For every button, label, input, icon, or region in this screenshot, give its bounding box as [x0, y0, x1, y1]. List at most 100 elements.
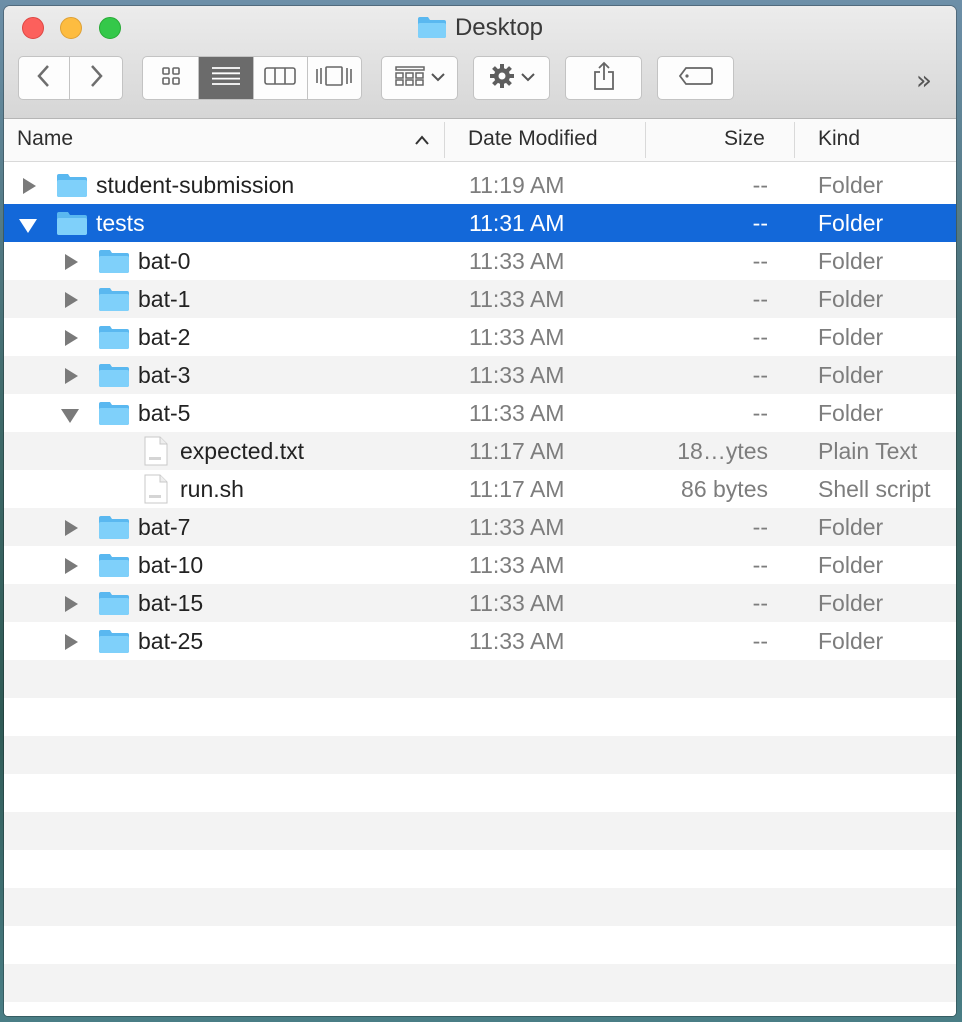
file-size: -- [752, 172, 768, 198]
file-name: tests [96, 210, 145, 236]
date-modified: 11:31 AM [469, 210, 565, 236]
arrange-grid-icon [394, 65, 425, 91]
list-view-icon [212, 66, 241, 91]
table-row[interactable]: bat-15 11:33 AM -- Folder [4, 584, 956, 622]
date-modified: 11:33 AM [469, 324, 565, 350]
file-size: -- [752, 210, 768, 236]
file-size: -- [752, 400, 768, 426]
disclosure-triangle-icon[interactable] [65, 558, 78, 574]
file-name: bat-1 [138, 286, 191, 312]
file-name: expected.txt [180, 438, 305, 464]
column-header: Name Date Modified Size Kind [4, 119, 956, 162]
folder-icon [417, 15, 447, 46]
date-modified: 11:33 AM [469, 362, 565, 388]
column-divider[interactable] [444, 122, 445, 158]
back-forward-control [18, 56, 123, 100]
date-modified: 11:33 AM [469, 552, 565, 578]
forward-button[interactable] [70, 57, 122, 99]
table-row[interactable]: bat-0 11:33 AM -- Folder [4, 242, 956, 280]
column-view-button[interactable] [254, 57, 308, 99]
date-modified: 11:17 AM [469, 476, 565, 502]
table-row[interactable]: student-submission 11:19 AM -- Folder [4, 166, 956, 204]
empty-row [4, 888, 956, 926]
icon-view-icon [161, 66, 181, 91]
name-column-header[interactable]: Name [17, 119, 73, 161]
file-name: bat-7 [138, 514, 191, 540]
chevron-up-icon[interactable] [414, 133, 430, 151]
date-modified: 11:17 AM [469, 438, 565, 464]
titlebar: Desktop » [4, 6, 956, 119]
column-divider[interactable] [794, 122, 795, 158]
date-modified: 11:33 AM [469, 248, 565, 274]
kind-column-header[interactable]: Kind [818, 119, 860, 161]
file-kind: Folder [818, 248, 884, 274]
empty-row [4, 774, 956, 812]
date-modified: 11:33 AM [469, 514, 565, 540]
disclosure-triangle-icon[interactable] [65, 368, 78, 384]
chevron-left-icon [36, 64, 52, 93]
disclosure-triangle-icon[interactable] [19, 219, 37, 233]
date-modified: 11:33 AM [469, 400, 565, 426]
table-row[interactable]: bat-25 11:33 AM -- Folder [4, 622, 956, 660]
file-kind: Folder [818, 400, 884, 426]
toolbar-overflow-button[interactable]: » [916, 66, 932, 96]
window-title: Desktop [4, 14, 956, 46]
empty-row [4, 1002, 956, 1016]
file-name: bat-3 [138, 362, 191, 388]
disclosure-triangle-icon[interactable] [61, 409, 79, 423]
folder-icon [98, 628, 130, 660]
tag-icon [678, 66, 714, 91]
file-size: -- [752, 628, 768, 654]
file-kind: Folder [818, 210, 884, 236]
table-row[interactable]: bat-7 11:33 AM -- Folder [4, 508, 956, 546]
column-divider[interactable] [645, 122, 646, 158]
chevron-down-icon [520, 69, 535, 87]
cover-flow-button[interactable] [308, 57, 362, 99]
share-icon [592, 61, 616, 96]
file-kind: Folder [818, 552, 884, 578]
disclosure-triangle-icon[interactable] [65, 520, 78, 536]
empty-row [4, 812, 956, 850]
document-icon [144, 474, 168, 504]
disclosure-triangle-icon[interactable] [65, 292, 78, 308]
table-row[interactable]: bat-5 11:33 AM -- Folder [4, 394, 956, 432]
table-row[interactable]: bat-1 11:33 AM -- Folder [4, 280, 956, 318]
file-kind: Plain Text [818, 438, 918, 464]
table-row[interactable]: bat-3 11:33 AM -- Folder [4, 356, 956, 394]
disclosure-triangle-icon[interactable] [65, 596, 78, 612]
file-name: bat-0 [138, 248, 191, 274]
table-row[interactable]: expected.txt 11:17 AM 18…ytes Plain Text [4, 432, 956, 470]
chevron-down-icon [430, 69, 445, 87]
date-modified-column-header[interactable]: Date Modified [468, 119, 598, 161]
table-row[interactable]: run.sh 11:17 AM 86 bytes Shell script [4, 470, 956, 508]
file-name: bat-15 [138, 590, 204, 616]
disclosure-triangle-icon[interactable] [23, 178, 36, 194]
file-size: -- [752, 286, 768, 312]
table-row[interactable]: bat-10 11:33 AM -- Folder [4, 546, 956, 584]
action-button[interactable] [473, 56, 550, 100]
file-kind: Folder [818, 628, 884, 654]
folder-icon [98, 286, 130, 318]
file-kind: Folder [818, 362, 884, 388]
tags-button[interactable] [657, 56, 734, 100]
icon-view-button[interactable] [143, 57, 200, 99]
disclosure-triangle-icon[interactable] [65, 254, 78, 270]
window-title-text: Desktop [454, 14, 544, 41]
table-row[interactable]: tests 11:31 AM -- Folder [4, 204, 956, 242]
disclosure-triangle-icon[interactable] [65, 330, 78, 346]
folder-icon [56, 210, 88, 242]
table-row[interactable]: bat-2 11:33 AM -- Folder [4, 318, 956, 356]
file-size: 86 bytes [681, 476, 768, 502]
date-modified: 11:33 AM [469, 628, 565, 654]
share-button[interactable] [565, 56, 642, 100]
arrange-button[interactable] [381, 56, 458, 100]
folder-icon [98, 590, 130, 622]
folder-icon [98, 248, 130, 280]
back-button[interactable] [19, 57, 71, 99]
disclosure-triangle-icon[interactable] [65, 634, 78, 650]
file-size: -- [752, 362, 768, 388]
size-column-header[interactable]: Size [724, 119, 765, 161]
document-icon [144, 436, 168, 466]
list-view-button[interactable] [199, 57, 254, 99]
date-modified: 11:33 AM [469, 286, 565, 312]
